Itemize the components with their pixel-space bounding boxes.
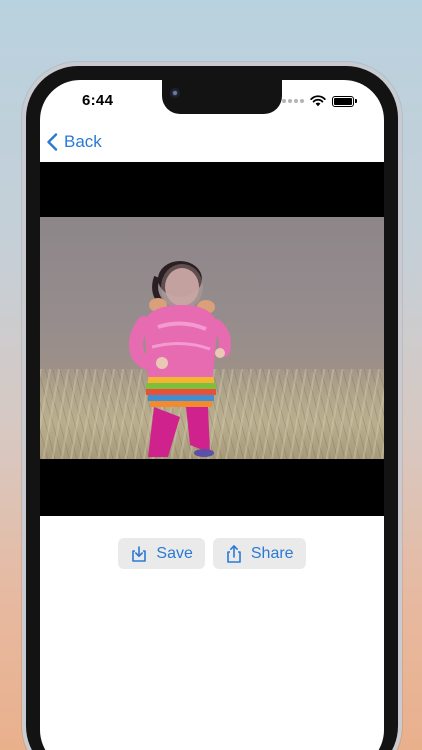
status-time: 6:44	[82, 92, 114, 109]
cellular-signal-icon	[282, 99, 304, 103]
back-label: Back	[64, 132, 102, 151]
status-indicators	[282, 95, 357, 107]
app-screen: 6:44 Back Save Share	[40, 80, 384, 750]
share-button[interactable]: Share	[212, 538, 306, 569]
save-button[interactable]: Save	[118, 538, 205, 569]
back-button[interactable]: Back	[46, 132, 102, 152]
child-figure	[129, 261, 231, 457]
battery-icon	[332, 95, 357, 107]
share-icon	[225, 544, 243, 564]
phone-frame: 6:44 Back Save Share	[22, 62, 402, 750]
dynamic-island	[162, 80, 282, 114]
phone-bezel: 6:44 Back Save Share	[26, 66, 398, 750]
save-label: Save	[156, 544, 193, 562]
action-bar: Save Share	[40, 538, 384, 569]
photo-image	[40, 217, 384, 459]
chevron-left-icon	[46, 133, 58, 151]
save-to-device-icon	[130, 545, 148, 563]
wifi-icon	[310, 95, 326, 107]
front-camera-icon	[170, 88, 180, 98]
share-label: Share	[250, 544, 294, 562]
media-viewer	[40, 162, 384, 516]
